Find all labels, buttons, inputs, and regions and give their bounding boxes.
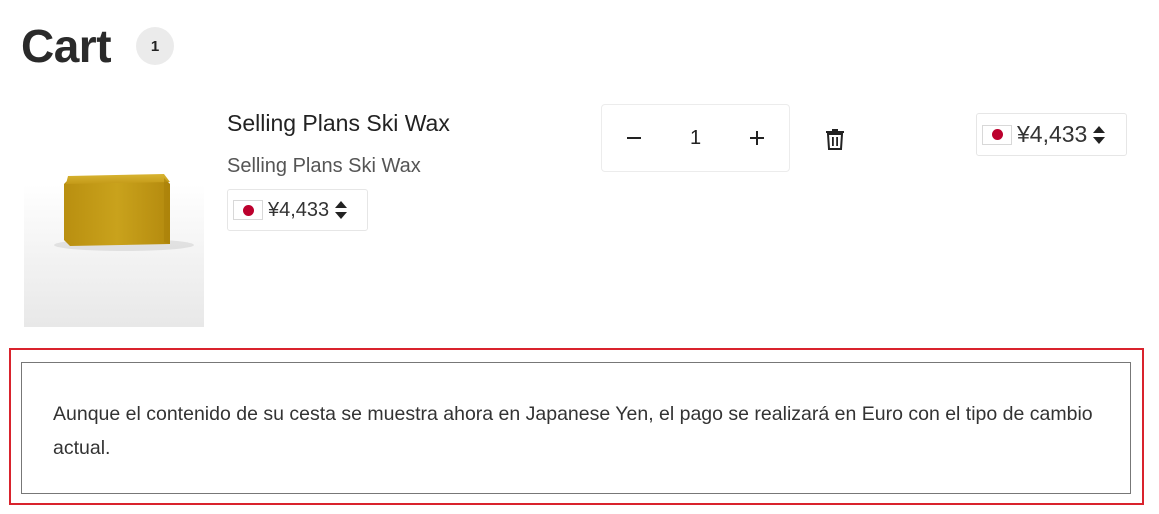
quantity-stepper (601, 104, 790, 172)
cart-title: Cart (21, 20, 112, 72)
line-total-price: ¥4,433 (1017, 121, 1088, 147)
japan-flag-icon (233, 200, 263, 220)
trash-icon (826, 129, 844, 150)
product-name[interactable]: Selling Plans Ski Wax (227, 109, 450, 137)
line-total-currency-selector[interactable]: ¥4,433 (976, 113, 1127, 156)
minus-icon (627, 137, 641, 139)
japan-flag-icon (982, 124, 1012, 145)
sort-arrows-icon (334, 200, 348, 220)
ski-wax-bar-image (54, 174, 194, 251)
plus-icon (750, 131, 764, 145)
currency-notice-text: Aunque el contenido de su cesta se muest… (53, 403, 1093, 459)
quantity-input[interactable] (666, 105, 725, 171)
sort-arrows-icon (1092, 125, 1106, 145)
quantity-increase-button[interactable] (725, 105, 789, 171)
product-image[interactable] (24, 108, 204, 327)
remove-item-button[interactable] (818, 122, 852, 156)
currency-notice: Aunque el contenido de su cesta se muest… (21, 362, 1131, 494)
unit-price: ¥4,433 (268, 198, 330, 221)
quantity-decrease-button[interactable] (602, 105, 666, 171)
unit-price-currency-selector[interactable]: ¥4,433 (227, 189, 368, 231)
product-variant: Selling Plans Ski Wax (227, 155, 421, 177)
cart-count-badge: 1 (136, 27, 174, 65)
